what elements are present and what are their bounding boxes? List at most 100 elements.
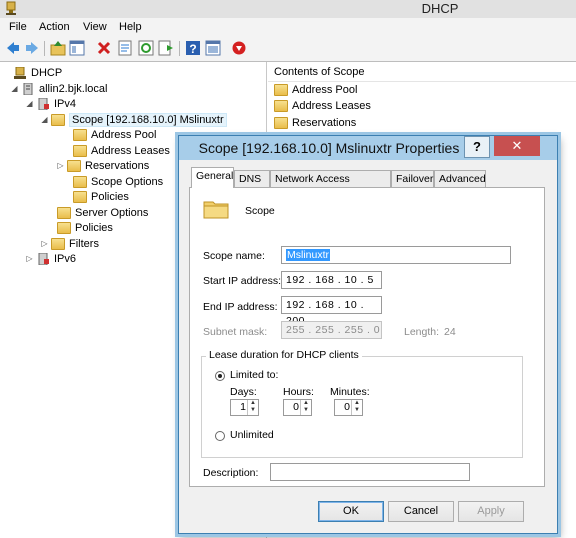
scope-name-value: Mslinuxtr [286,249,331,261]
tree-label: Reservations [85,159,150,172]
scope-heading: Scope [245,205,275,217]
days-label: Days: [230,386,257,398]
start-ip-input[interactable]: 192 . 168 . 10 . 5 [281,271,382,289]
limited-to-label: Limited to: [230,369,279,381]
column-header[interactable]: Contents of Scope [268,64,576,82]
folder-icon [57,206,71,219]
help-icon[interactable]: ? [185,40,201,56]
folder-icon [51,113,65,126]
title-bar: DHCP [0,0,576,18]
console-icon[interactable] [205,40,221,56]
tree-label: Policies [91,190,129,203]
spin-arrows-icon[interactable]: ▲ ▼ [351,400,362,415]
folder-icon [57,221,71,234]
collapse-arrow-icon[interactable]: ◢ [10,84,19,93]
forward-arrow-icon[interactable] [24,40,40,56]
menu-help[interactable]: Help [119,21,142,33]
limited-to-radio[interactable] [215,371,225,381]
ok-button[interactable]: OK [318,501,384,522]
tree-node-dhcp[interactable]: DHCP [2,65,62,80]
expand-arrow-icon[interactable]: ▷ [25,254,34,263]
end-ip-input[interactable]: 192 . 168 . 10 . 200 [281,296,382,327]
tab-network-access-protection[interactable]: Network Access Protection [270,170,391,202]
tree-node-scope-options[interactable]: Scope Options [62,174,163,189]
hours-value: 0 [293,401,299,413]
cancel-button[interactable]: Cancel [388,501,454,522]
tree-node-ipv6[interactable]: ▷ IPv6 [25,251,76,266]
days-value: 1 [240,401,246,413]
tree-node-address-pool[interactable]: Address Pool [62,127,156,142]
subnet-mask-label: Subnet mask: [203,326,268,338]
tree-node-filters[interactable]: ▷ Filters [40,236,99,251]
spin-arrows-icon[interactable]: ▲ ▼ [300,400,311,415]
show-hide-tree-icon[interactable] [69,40,85,56]
tree-node-server[interactable]: ◢ allin2.bjk.local [10,81,107,96]
apply-button[interactable]: Apply [458,501,524,522]
refresh-icon[interactable] [138,40,154,56]
folder-icon [67,159,81,172]
tab-advanced[interactable]: Advanced [434,170,486,187]
filter-folder-icon [51,237,65,250]
ipv6-icon [36,252,50,265]
tab-failover[interactable]: Failover [391,170,434,187]
back-arrow-icon[interactable] [5,40,21,56]
tree-node-ipv4[interactable]: ◢ IPv4 [25,96,76,111]
general-tab-panel: Scope Scope name: Mslinuxtr Start IP add… [189,187,545,487]
end-ip-label: End IP address: [203,301,278,313]
dialog-close-button[interactable]: ✕ [494,136,540,156]
tree-node-scope-policies[interactable]: Policies [62,189,129,204]
list-item[interactable]: Address Leases [272,98,371,113]
tree-node-reservations[interactable]: ▷ Reservations [56,158,149,173]
menu-file[interactable]: File [9,21,27,33]
tree-label: allin2.bjk.local [39,82,108,95]
dialog-help-button[interactable]: ? [464,136,490,158]
tree-label: Scope [192.168.10.0] Mslinuxtr [69,112,227,127]
folder-icon [73,144,87,157]
tree-label: Policies [75,221,113,234]
delete-icon[interactable] [96,40,112,56]
unlimited-radio[interactable] [215,431,225,441]
list-item[interactable]: Address Pool [272,82,357,97]
list-item[interactable]: Reservations [272,115,356,130]
unlimited-label: Unlimited [230,429,274,441]
folder-icon [274,116,288,129]
tree-label: Address Pool [91,128,157,141]
description-input[interactable] [270,463,470,481]
days-spinner[interactable]: 1 ▲ ▼ [230,399,259,416]
toolbar: ? [0,37,576,62]
folder-icon [73,175,87,188]
minutes-label: Minutes: [330,386,370,398]
scope-name-input[interactable]: Mslinuxtr [281,246,511,264]
spin-arrows-icon[interactable]: ▲ ▼ [247,400,258,415]
tab-dns[interactable]: DNS [234,170,270,187]
minutes-value: 0 [344,401,350,413]
expand-arrow-icon[interactable]: ▷ [40,239,49,248]
up-folder-icon[interactable] [50,40,66,56]
collapse-arrow-icon[interactable]: ◢ [40,115,49,124]
tree-node-address-leases[interactable]: Address Leases [62,143,170,158]
tree-node-scope[interactable]: ◢ Scope [192.168.10.0] Mslinuxtr [40,112,227,127]
export-list-icon[interactable] [158,40,174,56]
dialog-title-bar[interactable]: Scope [192.168.10.0] Mslinuxtr Propertie… [179,136,557,160]
server-icon [21,82,35,95]
menu-action[interactable]: Action [39,21,70,33]
column-header-label: Contents of Scope [274,66,365,78]
tree-node-server-options[interactable]: Server Options [46,205,148,220]
deactivate-icon[interactable] [231,40,247,56]
description-label: Description: [203,467,259,479]
hours-label: Hours: [283,386,314,398]
tab-general[interactable]: General [191,167,234,188]
folder-icon [274,83,288,96]
collapse-arrow-icon[interactable]: ◢ [25,99,34,108]
folder-icon [274,99,288,112]
ipv4-icon [36,97,50,110]
hours-spinner[interactable]: 0 ▲ ▼ [283,399,312,416]
start-ip-label: Start IP address: [203,275,282,287]
window-title: DHCP [421,1,459,16]
menu-view[interactable]: View [83,21,107,33]
tree-node-policies[interactable]: Policies [46,220,113,235]
properties-icon[interactable] [117,40,133,56]
minutes-spinner[interactable]: 0 ▲ ▼ [334,399,363,416]
scope-properties-dialog: Scope [192.168.10.0] Mslinuxtr Propertie… [178,135,558,534]
expand-arrow-icon[interactable]: ▷ [56,161,65,170]
